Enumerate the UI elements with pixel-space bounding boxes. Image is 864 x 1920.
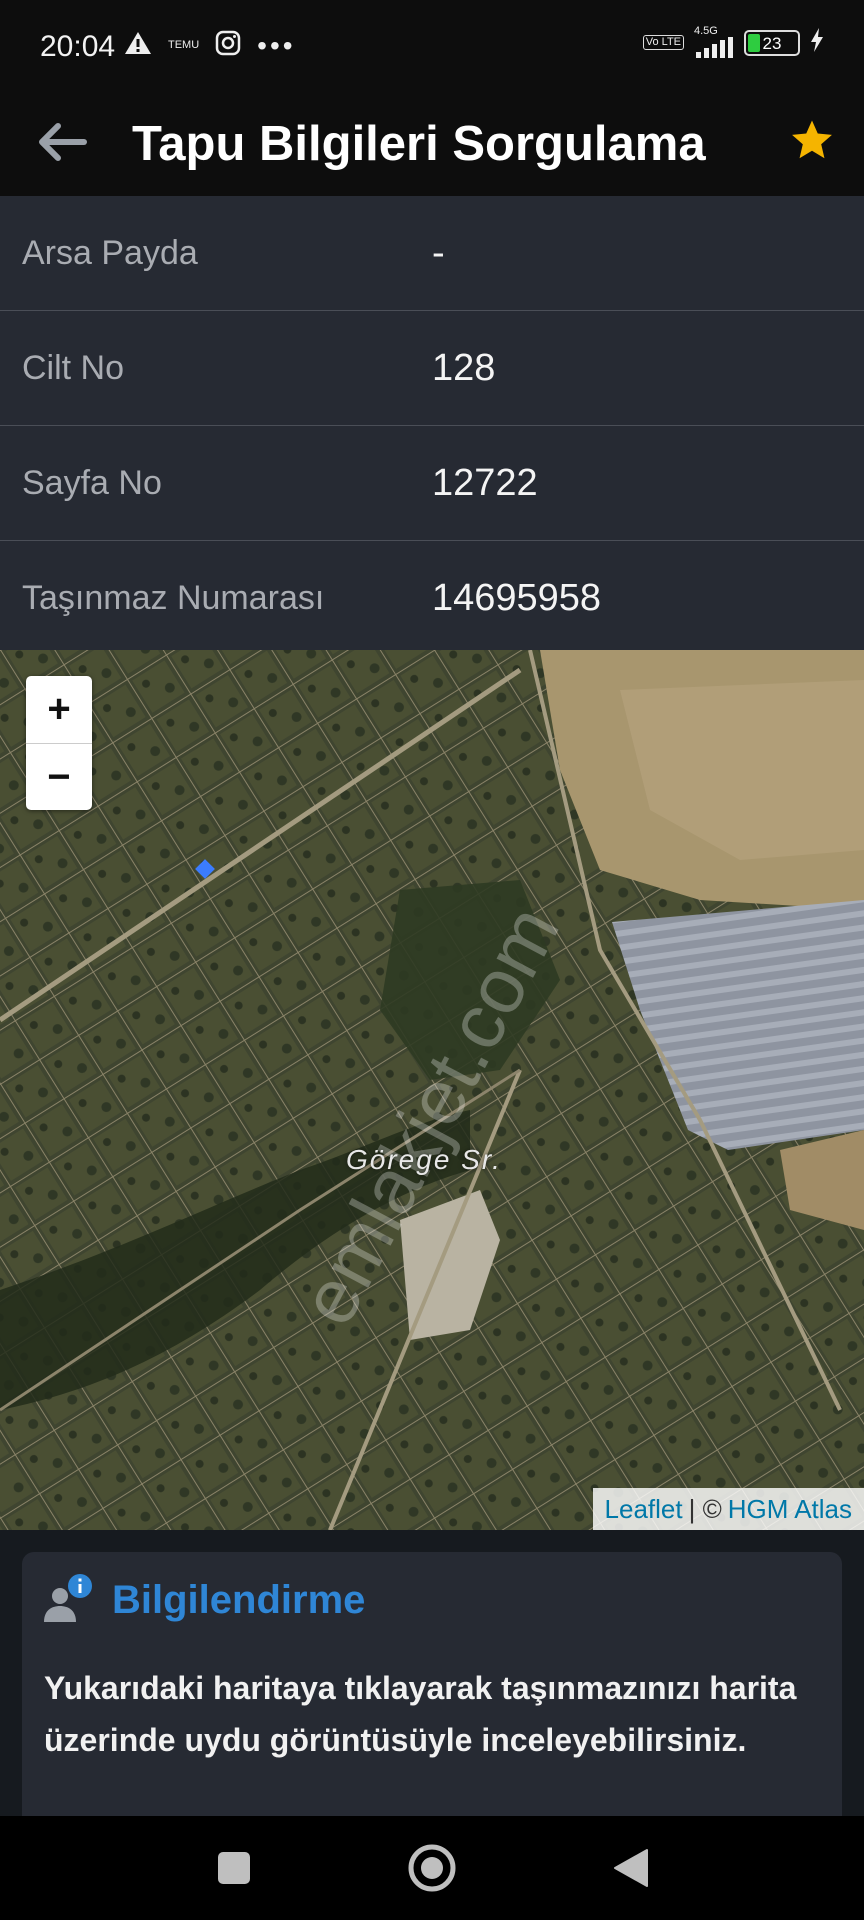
info-card-title: Bilgilendirme [112,1577,366,1622]
leaflet-link[interactable]: Leaflet [605,1494,683,1525]
warning-icon [124,30,152,61]
info-row-tasinmaz-numarasi: Taşınmaz Numarası 14695958 [0,541,864,655]
zoom-in-button[interactable]: + [26,676,92,743]
charging-icon [810,27,824,58]
zoom-out-button[interactable]: − [26,743,92,810]
attribution-separator: | © [688,1493,722,1524]
info-card: Bilgilendirme Yukarıdaki haritaya tıklay… [22,1552,842,1816]
info-row-arsa-payda: Arsa Payda - [0,196,864,311]
satellite-map[interactable]: emlakjet.com Görege Sr. + − Leaflet | © … [0,650,864,1530]
info-user-icon [44,1574,92,1622]
zoom-control: + − [26,676,92,810]
back-triangle-icon [614,1849,648,1887]
hgm-atlas-link[interactable]: HGM Atlas [728,1494,852,1525]
battery-icon: 23 [744,29,800,56]
temu-icon: TEMU [168,39,200,51]
star-icon [792,120,832,159]
instagram-icon [215,30,241,61]
property-info-table: Arsa Payda - Cilt No 128 Sayfa No 12722 … [0,196,864,655]
page-title: Tapu Bilgileri Sorgulama [132,117,706,171]
info-card-header: Bilgilendirme [42,1572,365,1628]
info-value: 12722 [432,461,538,504]
back-nav-button[interactable] [600,1838,660,1898]
info-label: Taşınmaz Numarası [22,578,325,617]
recents-button[interactable] [204,1838,264,1898]
back-arrow-icon [39,123,87,161]
status-system: Vo LTE 4.5G 23 [642,26,824,59]
more-notifications-icon: ••• [257,29,296,61]
status-bar: 20:04 TEMU ••• Vo LTE 4.5G 23 [0,0,864,92]
home-circle-icon [408,1844,456,1892]
info-card-text: Yukarıdaki haritaya tıklayarak taşınmazı… [44,1670,797,1758]
info-row-cilt-no: Cilt No 128 [0,311,864,426]
status-time: 20:04 [40,30,116,63]
square-icon [218,1852,250,1884]
info-value: 14695958 [432,576,602,619]
info-card-area: Bilgilendirme Yukarıdaki haritaya tıklay… [0,1530,864,1816]
info-value: 128 [432,346,496,389]
home-button[interactable] [402,1838,462,1898]
app-bar: Tapu Bilgileri Sorgulama [0,92,864,196]
volte-icon: Vo LTE [642,35,684,50]
map-attribution: Leaflet | © HGM Atlas [592,1488,864,1530]
info-label: Cilt No [22,348,125,387]
map-place-label: Görege Sr. [346,1144,502,1175]
info-label: Sayfa No [22,463,162,502]
signal-icon: 4.5G [694,26,734,59]
status-notifications: TEMU ••• [124,30,296,61]
back-button[interactable] [30,110,94,174]
info-value: - [432,231,445,274]
favorite-button[interactable] [782,108,842,172]
info-label: Arsa Payda [22,233,198,272]
system-nav-bar [0,1816,864,1920]
info-row-sayfa-no: Sayfa No 12722 [0,426,864,541]
